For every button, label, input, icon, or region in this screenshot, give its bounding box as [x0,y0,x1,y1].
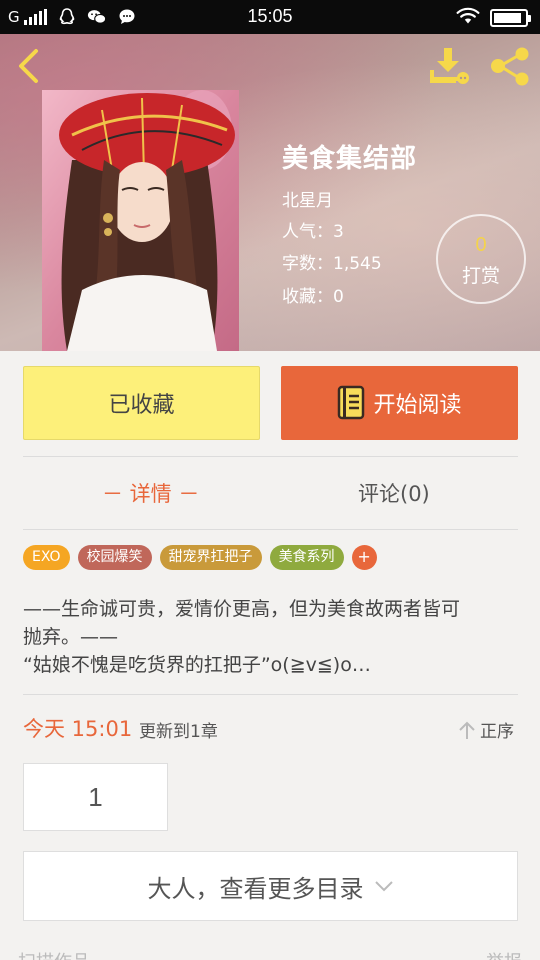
sort-order-button[interactable]: 正序 [458,717,514,742]
reward-button[interactable]: 0 打赏 [436,214,526,304]
share-button[interactable] [488,46,532,86]
cut-off-text: 扫描作品 [18,948,90,960]
favorites-stat: 收藏：0 [282,287,344,307]
battery-icon [490,9,531,27]
start-reading-label: 开始阅读 [373,393,462,418]
download-icon [430,48,469,84]
cut-off-text: 举报 [486,948,522,960]
description-line: 抛弃。—— [23,626,119,648]
update-status: 更新到1章 [139,722,218,742]
book-icon [338,385,365,420]
divider [23,456,518,457]
tag-chip[interactable]: EXO [23,545,70,570]
word-count-stat: 字数：1,545 [282,254,382,274]
more-chapters-button[interactable]: 大人，查看更多目录 [23,851,518,921]
chapter-number: 1 [88,781,103,812]
tab-detail[interactable]: － 详情 － [102,478,199,508]
divider [23,529,518,530]
back-arrow-icon [19,49,38,83]
status-bar: G 15:05 [0,0,540,34]
divider [23,694,518,695]
book-description[interactable]: ——生命诚可贵，爱情价更高，但为美食故两者皆可 抛弃。—— “姑娘不愧是吃货界的… [23,595,523,679]
chapter-item[interactable]: 1 [23,763,168,831]
wifi-icon [456,7,480,29]
popularity-stat: 人气：3 [282,222,344,242]
book-title: 美食集结部 [282,144,418,174]
tag-chip[interactable]: 校园爆笑 [77,545,152,570]
reward-label: 打赏 [461,265,500,287]
add-tag-button[interactable]: + [351,545,377,570]
sort-order-label: 正序 [480,722,514,742]
description-line: “姑娘不愧是吃货界的扛把子”o(≧v≦)o… [23,654,371,676]
download-button[interactable] [428,46,472,86]
more-chapters-label: 大人，查看更多目录 [147,874,364,903]
book-header: 美食集结部 北星月 人气：3 字数：1,545 收藏：0 0 打赏 [0,34,540,351]
collected-label: 已收藏 [108,393,175,418]
description-line: ——生命诚可贵，爱情价更高，但为美食故两者皆可 [23,598,461,620]
arrow-up-icon [459,721,475,739]
tag-chip[interactable]: 美食系列 [269,545,344,570]
share-icon [491,47,529,86]
author-name[interactable]: 北星月 [282,186,333,211]
back-button[interactable] [14,48,44,84]
tag-chip[interactable]: 甜宠界扛把子 [159,545,262,570]
book-cover-image[interactable] [42,90,239,351]
tab-comments[interactable]: 评论(0) [358,478,430,508]
chevron-down-icon [374,881,393,892]
reward-count: 0 [475,234,487,256]
start-reading-button[interactable]: 开始阅读 [281,366,518,440]
tag-list: EXO 校园爆笑 甜宠界扛把子 美食系列 + [23,545,377,570]
collected-button[interactable]: 已收藏 [23,366,260,440]
update-time: 今天 15:01 [23,717,133,741]
